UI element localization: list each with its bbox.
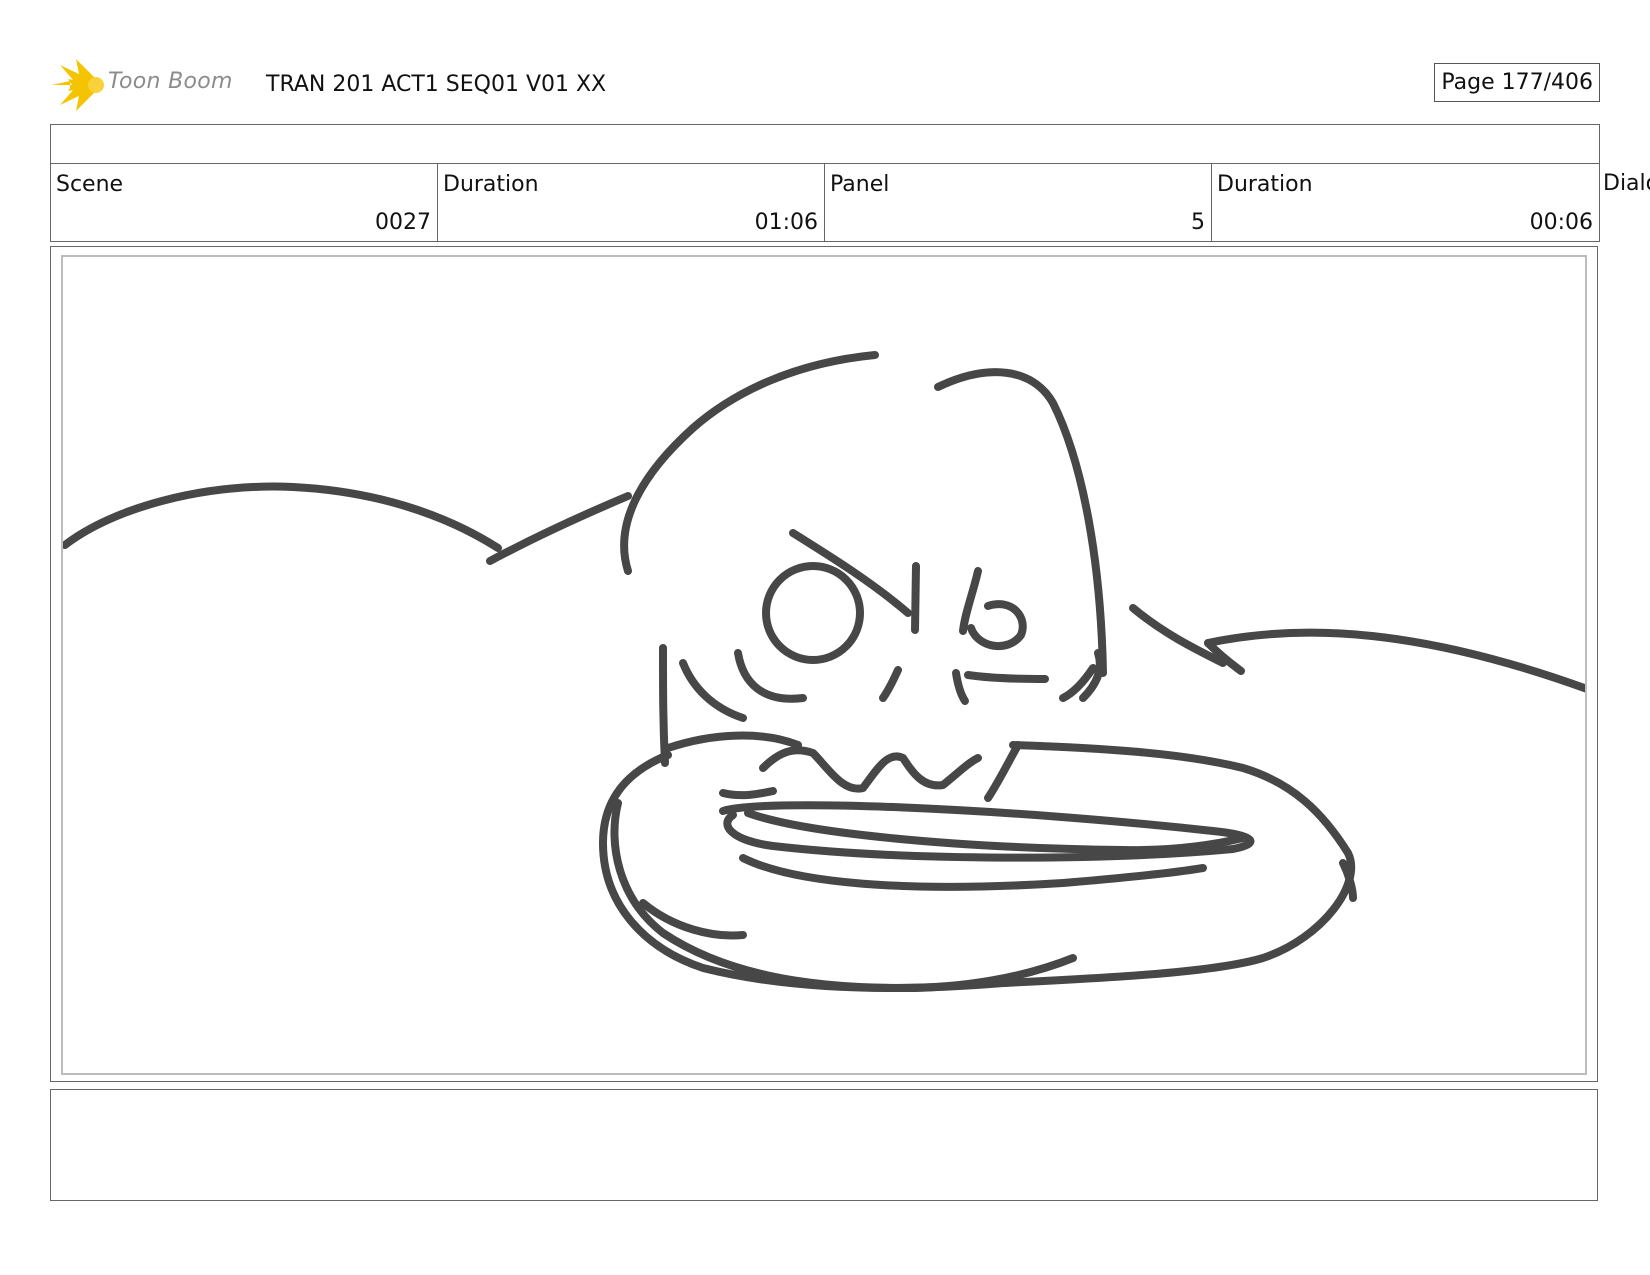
info-table-top-row (51, 125, 1599, 164)
page-number: Page 177/406 (1434, 63, 1600, 102)
scene-duration-cell: Duration 01:06 (438, 164, 825, 241)
dialog-column-label: Dialog (1603, 171, 1650, 196)
toon-boom-logo: Toon Boom (50, 59, 250, 111)
panel-notes-box (50, 1089, 1598, 1201)
toon-boom-starburst-icon (52, 59, 104, 111)
scene-duration-label: Duration (443, 172, 539, 197)
sketch-drawing (63, 351, 1585, 992)
page-header: Toon Boom TRAN 201 ACT1 SEQ01 V01 XX Pag… (50, 55, 1600, 111)
info-table-row: Scene 0027 Duration 01:06 Panel 5 Durati… (51, 164, 1599, 241)
panel-duration-value: 00:06 (1529, 210, 1593, 235)
scene-cell: Scene 0027 (51, 164, 438, 241)
panel-value: 5 (1191, 210, 1205, 235)
storyboard-panel-frame (50, 246, 1598, 1082)
panel-label: Panel (830, 172, 890, 197)
logo-text: Toon Boom (108, 69, 233, 94)
panel-cell: Panel 5 (825, 164, 1212, 241)
storyboard-panel-image (61, 255, 1587, 1075)
panel-duration-label: Duration (1217, 172, 1313, 197)
scene-value: 0027 (375, 210, 431, 235)
scene-duration-value: 01:06 (754, 210, 818, 235)
document-title: TRAN 201 ACT1 SEQ01 V01 XX (266, 72, 607, 97)
panel-duration-cell: Duration 00:06 (1212, 164, 1599, 241)
scene-info-table: Scene 0027 Duration 01:06 Panel 5 Durati… (50, 124, 1600, 242)
scene-label: Scene (56, 172, 124, 197)
